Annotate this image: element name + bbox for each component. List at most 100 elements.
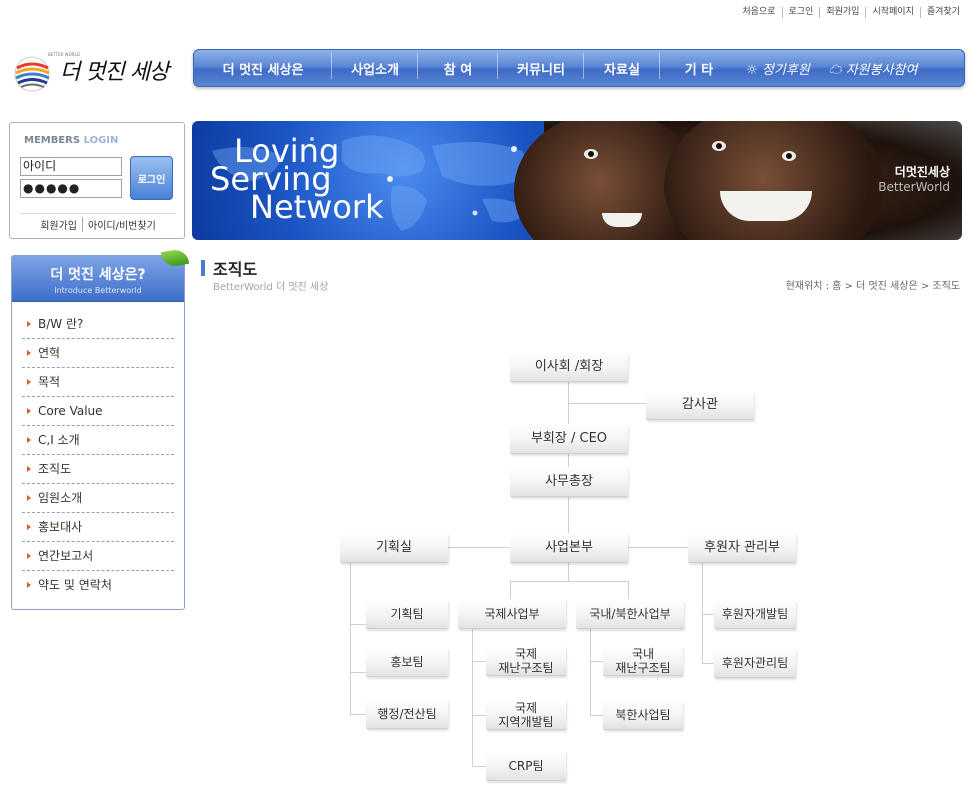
- side-menu-item-ambassadors[interactable]: 홍보대사: [22, 513, 174, 542]
- gnb-item-about[interactable]: 더 멋진 세상은: [194, 52, 332, 79]
- find-account-link[interactable]: 아이디/비번찾기: [82, 217, 161, 232]
- connector-line: [472, 715, 486, 716]
- gnb-item-community[interactable]: 커뮤니티: [498, 52, 584, 79]
- org-node-nk-team: 북한사업팀: [603, 700, 683, 730]
- gnb-item-participate[interactable]: 참 여: [418, 52, 498, 79]
- side-menu-item-core-value[interactable]: Core Value: [22, 397, 174, 426]
- org-node-domestic-relief-team: 국내 재난구조팀: [603, 646, 683, 676]
- org-node-vice-ceo: 부회장 / CEO: [510, 424, 628, 454]
- connector-line: [472, 628, 473, 766]
- utility-nav: 처음으로 로그인 회원가입 시작페이지 즐겨찾기: [736, 7, 966, 18]
- org-node-donor-dept: 후원자 관리부: [688, 533, 796, 563]
- connector-line: [472, 661, 486, 662]
- side-menu-item-ci[interactable]: C,I 소개: [22, 426, 174, 455]
- connector-line: [590, 628, 591, 715]
- side-menu-subtitle: Introduce Betterworld: [54, 286, 142, 295]
- util-link-login[interactable]: 로그인: [781, 7, 820, 18]
- connector-line: [568, 563, 569, 581]
- main-banner: Loving Serving Network 더멋진세상 BetterWorld: [192, 121, 962, 240]
- org-node-crp-team: CRP팀: [486, 751, 566, 781]
- logo-text: 더 멋진 세상: [60, 60, 169, 85]
- page-title: 조직도: [201, 256, 257, 280]
- banner-brand-ko: 더멋진세상: [894, 165, 950, 179]
- connector-line: [628, 581, 629, 599]
- connector-line: [628, 547, 688, 548]
- login-title-prefix: MEMBERS: [24, 135, 81, 146]
- gnb-item-business[interactable]: 사업소개: [332, 52, 418, 79]
- side-menu-item-purpose[interactable]: 목적: [22, 368, 174, 397]
- connector-line: [510, 581, 628, 582]
- login-id-input[interactable]: 아이디: [20, 157, 122, 176]
- connector-line: [590, 661, 603, 662]
- login-box: MEMBERS LOGIN 아이디 ●●●●● 로그인 회원가입 아이디/비번찾…: [9, 122, 185, 239]
- org-node-secretary-general: 사무총장: [510, 467, 628, 497]
- side-menu-item-contact[interactable]: 약도 및 연락처: [22, 571, 174, 600]
- login-password-input[interactable]: ●●●●●: [20, 179, 122, 198]
- cloud-icon: ☁: [828, 62, 842, 78]
- eye-shape: [584, 149, 598, 159]
- connector-line: [568, 382, 569, 426]
- org-node-board: 이사회 /회장: [510, 352, 628, 382]
- org-node-auditor: 감사관: [646, 390, 754, 420]
- connector-line: [510, 581, 511, 599]
- org-node-intl-dev-team: 국제 지역개발팀: [486, 700, 566, 730]
- connector-line: [350, 714, 366, 715]
- banner-world-map: Loving Serving Network: [192, 121, 544, 240]
- connector-line: [702, 663, 714, 664]
- connector-line: [472, 766, 486, 767]
- connector-line: [350, 672, 366, 673]
- login-button[interactable]: 로그인: [130, 156, 173, 200]
- connector-line: [568, 403, 646, 404]
- connector-line: [350, 563, 351, 714]
- login-title: MEMBERS LOGIN: [24, 135, 118, 146]
- util-link-bookmark[interactable]: 즐겨찾기: [919, 7, 966, 18]
- banner-brand: 더멋진세상 BetterWorld: [878, 163, 950, 194]
- side-menu-title: 더 멋진 세상은?: [50, 267, 146, 283]
- connector-line: [590, 715, 603, 716]
- org-node-domestic-nk-dept: 국내/북한사업부: [576, 599, 684, 629]
- eye-shape: [712, 141, 726, 151]
- side-menu-item-bw[interactable]: B/W 란?: [22, 310, 174, 339]
- gnb-item-etc[interactable]: 기 타: [660, 59, 738, 78]
- org-node-planning-team: 기획팀: [366, 599, 448, 629]
- login-title-suffix: LOGIN: [83, 135, 119, 146]
- org-node-admin-team: 행정/전산팀: [366, 699, 448, 729]
- side-menu-item-annual-report[interactable]: 연간보고서: [22, 542, 174, 571]
- banner-children-photo: 더멋진세상 BetterWorld: [514, 121, 962, 240]
- connector-line: [350, 624, 366, 625]
- gnb-item-volunteer[interactable]: ☁ 자원봉사참여: [818, 59, 928, 78]
- gnb-item-archive[interactable]: 자료실: [584, 52, 660, 79]
- gnb-item-volunteer-label: 자원봉사참여: [845, 62, 918, 78]
- connector-line: [448, 547, 510, 548]
- gnb-item-regular-donation[interactable]: ☼ 정기후원: [738, 59, 818, 78]
- sun-icon: ☼: [746, 62, 758, 78]
- util-link-join[interactable]: 회원가입: [819, 7, 865, 18]
- org-node-donor-dev-team: 후원자개발팀: [714, 599, 796, 629]
- org-node-donor-mgmt-team: 후원자관리팀: [714, 648, 796, 678]
- org-node-business-hq: 사업본부: [510, 533, 628, 563]
- org-node-intl-dept: 국제사업부: [458, 599, 566, 629]
- side-menu-item-executives[interactable]: 임원소개: [22, 484, 174, 513]
- gnb-item-regular-donation-label: 정기후원: [761, 62, 810, 78]
- side-menu: 더 멋진 세상은? Introduce Betterworld B/W 란? 연…: [11, 247, 190, 610]
- side-menu-item-history[interactable]: 연혁: [22, 339, 174, 368]
- banner-slogan-line-3: Network: [250, 188, 384, 226]
- eye-shape: [782, 151, 796, 161]
- page-subtitle: BetterWorld 더 멋진 세상: [213, 282, 329, 293]
- login-links: 회원가입 아이디/비번찾기: [20, 213, 176, 232]
- org-node-planning-office: 기획실: [340, 533, 448, 563]
- site-logo[interactable]: BETTER WORLD 더 멋진 세상: [12, 46, 190, 102]
- side-menu-item-org-chart[interactable]: 조직도: [22, 455, 174, 484]
- connector-line: [568, 453, 569, 467]
- side-menu-list: B/W 란? 연혁 목적 Core Value C,I 소개 조직도 임원소개 …: [12, 302, 184, 600]
- banner-brand-en: BetterWorld: [878, 180, 950, 194]
- global-nav: 더 멋진 세상은 사업소개 참 여 커뮤니티 자료실 기 타 ☼ 정기후원 ☁ …: [193, 49, 965, 87]
- org-node-pr-team: 홍보팀: [366, 647, 448, 677]
- breadcrumb: 현재위치 : 홈 > 더 멋진 세상은 > 조직도: [785, 281, 960, 292]
- connector-line: [702, 614, 714, 615]
- title-bar-decoration: [201, 260, 205, 276]
- util-link-startpage[interactable]: 시작페이지: [865, 7, 919, 18]
- join-link[interactable]: 회원가입: [35, 217, 82, 232]
- util-link-home[interactable]: 처음으로: [736, 7, 781, 18]
- side-menu-header: 더 멋진 세상은? Introduce Betterworld: [12, 256, 184, 302]
